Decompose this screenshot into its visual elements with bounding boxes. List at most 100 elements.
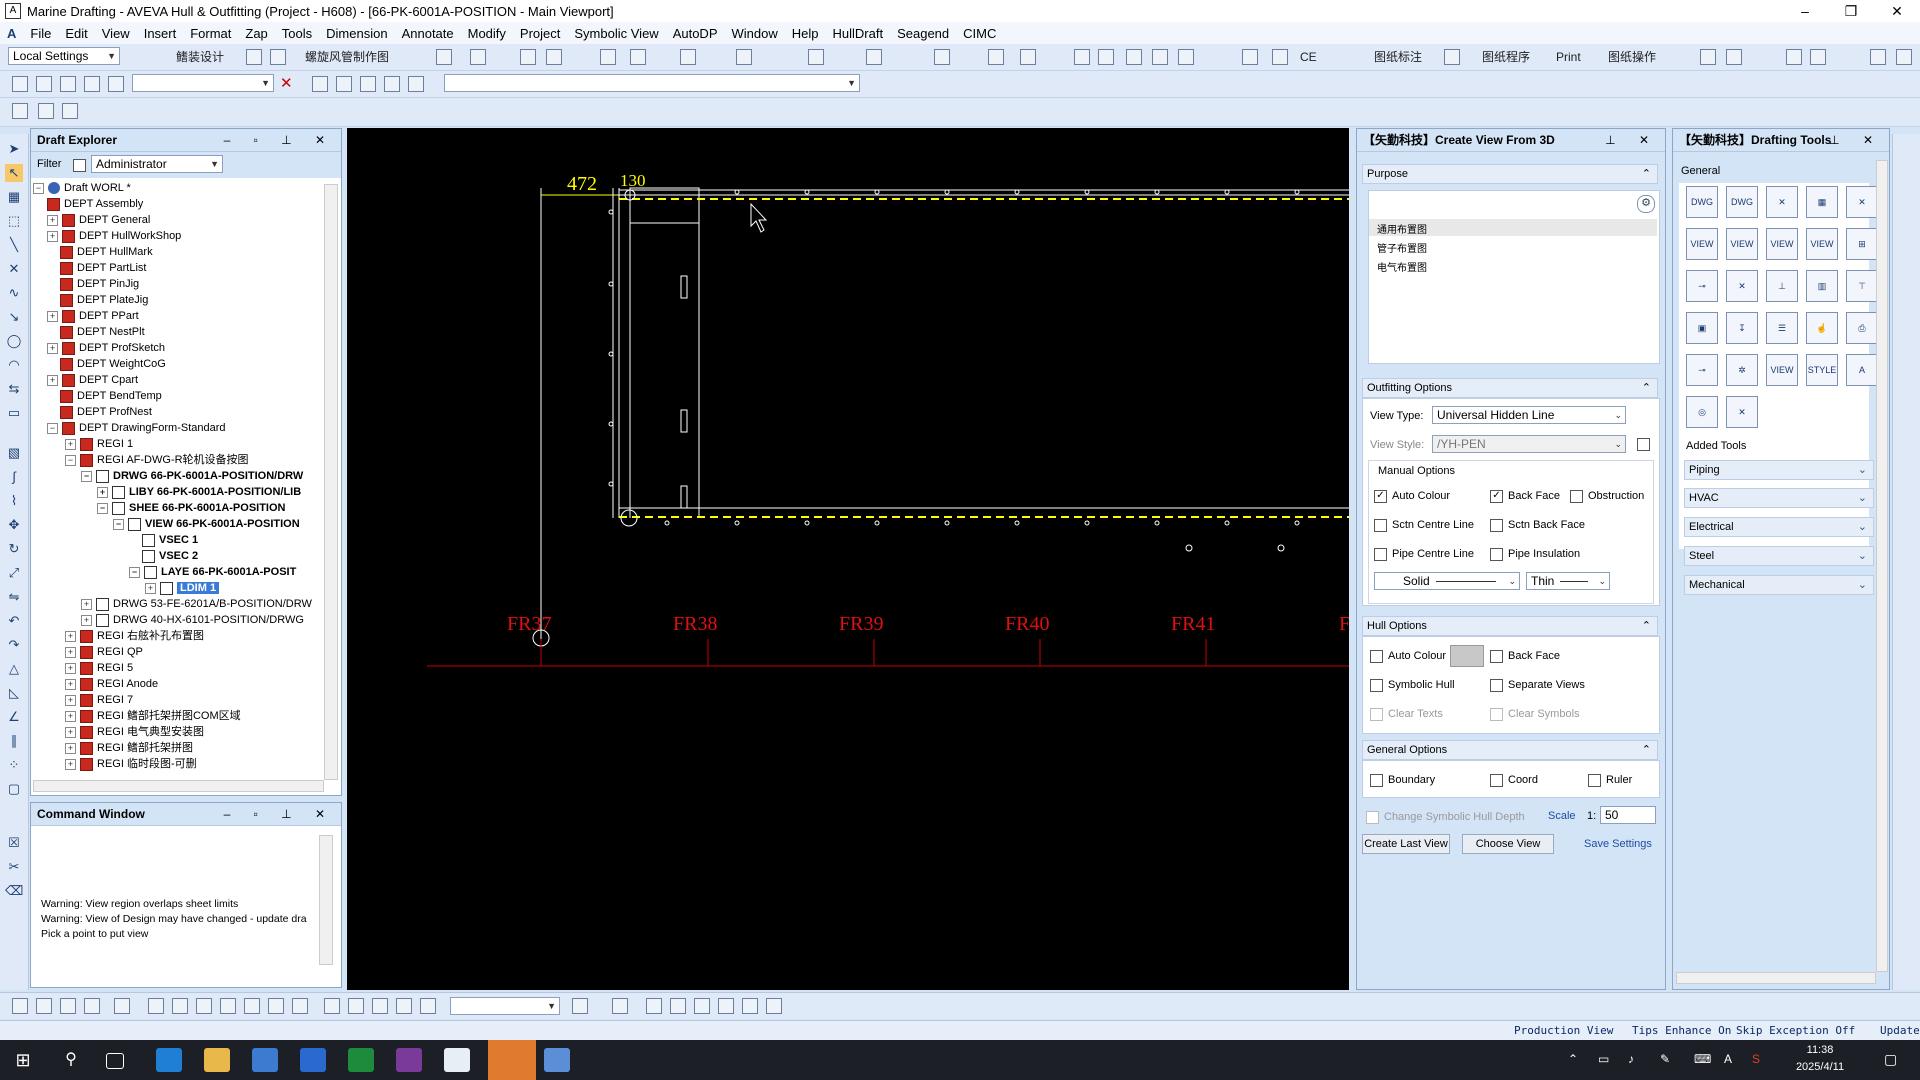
toolbar-label-spiral-duct[interactable]: 螺旋风管制作图 — [305, 48, 389, 66]
table-icon[interactable] — [108, 76, 124, 92]
tree-node[interactable]: + REGI 电气典型安装图 — [65, 724, 204, 740]
hatch-icon[interactable]: ▧ — [5, 444, 23, 462]
tree-toggle[interactable]: + — [65, 694, 76, 706]
text-a-icon[interactable] — [546, 49, 562, 65]
line-weight-dropdown[interactable]: Thin ⌄ — [1526, 572, 1610, 590]
line-icon[interactable] — [736, 49, 752, 65]
close-icon[interactable]: ☒ — [5, 834, 23, 852]
text-icon[interactable] — [520, 49, 536, 65]
tree-toggle[interactable]: − — [47, 422, 58, 434]
tree-node[interactable]: − Draft WORL * — [33, 180, 131, 196]
text-ap-icon[interactable] — [630, 49, 646, 65]
ruler-checkbox[interactable]: Ruler — [1588, 773, 1632, 787]
filter-checkbox[interactable] — [73, 159, 86, 172]
measure-icon[interactable] — [1178, 49, 1194, 65]
menu-symbolic-view[interactable]: Symbolic View — [567, 26, 665, 41]
font-icon[interactable]: A — [1846, 354, 1878, 386]
select-arrow-icon[interactable]: ➤ — [5, 140, 23, 158]
style-icon[interactable]: STYLE — [1806, 354, 1838, 386]
obstruction-checkbox[interactable]: Obstruction — [1570, 489, 1644, 503]
confirm-icon[interactable] — [12, 998, 28, 1014]
view-edit-icon[interactable]: VIEW — [1766, 228, 1798, 260]
tree-node[interactable]: − VIEW 66-PK-6001A-POSITION — [113, 516, 300, 532]
aveva-app-2-icon[interactable] — [544, 1048, 570, 1072]
keyboard-icon[interactable]: ⌨ — [1694, 1052, 1711, 1066]
polyline-icon[interactable]: ⌇ — [5, 492, 23, 510]
tree-node[interactable]: VSEC 1 — [142, 532, 198, 548]
tag-icon[interactable]: ⊸ — [1686, 354, 1718, 386]
menu-annotate[interactable]: Annotate — [395, 26, 461, 41]
snap-dropdown[interactable]: ▼ — [450, 997, 560, 1015]
save-yellow-icon[interactable] — [1700, 49, 1716, 65]
menu-seagend[interactable]: Seagend — [890, 26, 956, 41]
rectangle-icon[interactable] — [808, 49, 824, 65]
menu-app-icon[interactable]: A — [0, 26, 23, 41]
task-view-icon[interactable] — [106, 1053, 124, 1069]
windows-start-icon[interactable]: ⊞ — [10, 1048, 36, 1072]
purpose-section-header[interactable]: Purpose ⌃ — [1362, 164, 1658, 184]
tree-toggle[interactable]: − — [33, 182, 44, 194]
clock-time[interactable]: 11:38 — [1780, 1044, 1860, 1056]
tree-node[interactable]: + REGI 鳍部托架拼图COM区域 — [65, 708, 241, 724]
view-layout-icon[interactable]: ⊞ — [1846, 228, 1878, 260]
pan-icon[interactable] — [60, 998, 76, 1014]
outfitting-section-header[interactable]: Outfitting Options ⌃ — [1362, 378, 1658, 398]
tree-toggle[interactable]: + — [65, 630, 76, 642]
sctn-centre-line-checkbox[interactable]: Sctn Centre Line — [1374, 518, 1474, 532]
tree-node[interactable]: DEPT ProfNest — [60, 404, 152, 420]
angle-icon[interactable]: ∠ — [5, 708, 23, 726]
mirror-icon[interactable]: ⇋ — [5, 588, 23, 606]
list-icon[interactable]: ☰ — [1766, 312, 1798, 344]
arc-icon[interactable]: ◠ — [5, 356, 23, 374]
tree-node[interactable]: + DEPT General — [47, 212, 150, 228]
tree-toggle[interactable]: + — [65, 710, 76, 722]
app-pdf-icon[interactable] — [396, 1048, 422, 1072]
toolbar-label-drawing-annotation[interactable]: 图纸标注 — [1374, 48, 1422, 66]
paste-icon[interactable] — [336, 76, 352, 92]
pipe-centre-line-checkbox[interactable]: Pipe Centre Line — [1374, 547, 1474, 561]
copy-icon[interactable] — [312, 76, 328, 92]
tree-toggle[interactable]: + — [47, 230, 58, 242]
view-style-checkbox[interactable] — [1637, 438, 1650, 451]
tree-toggle[interactable]: − — [65, 454, 76, 466]
snap-5-icon[interactable] — [420, 998, 436, 1014]
tree-node[interactable]: − LAYE 66-PK-6001A-POSIT — [129, 564, 296, 580]
collapse-icon[interactable]: ⌃ — [1642, 379, 1651, 397]
toolbar-label-drawing-operation[interactable]: 图纸操作 — [1608, 48, 1656, 66]
tree-node[interactable]: + DEPT PPart — [47, 308, 139, 324]
tree-node[interactable]: DEPT Assembly — [47, 196, 143, 212]
marker-icon[interactable]: ⊤ — [1846, 270, 1878, 302]
drawing-canvas[interactable]: 472 130 FR37 FR38 FR39 FR40 FR41 F — [347, 128, 1349, 990]
save-as-icon[interactable] — [84, 76, 100, 92]
menu-cimc[interactable]: CIMC — [956, 26, 1003, 41]
input-method-icon[interactable]: A — [1724, 1052, 1732, 1066]
command-scrollbar[interactable] — [319, 835, 333, 965]
column-icon[interactable]: ▥ — [1806, 270, 1838, 302]
tree-node[interactable]: + REGI 鳍部托架拼图 — [65, 740, 193, 756]
undo-icon[interactable]: ↶ — [5, 612, 23, 630]
tree-toggle[interactable]: + — [97, 486, 108, 498]
tool-group-hvac[interactable]: HVAC ⌄ — [1684, 488, 1874, 508]
tree-horizontal-scrollbar[interactable] — [33, 780, 324, 792]
scale-icon[interactable]: ⤢ — [5, 564, 23, 582]
hull-auto-colour-checkbox[interactable]: Auto Colour — [1370, 649, 1446, 663]
level-icon[interactable]: ↧ — [1726, 312, 1758, 344]
tree-toggle[interactable]: + — [47, 374, 58, 386]
tool-group-mechanical[interactable]: Mechanical ⌄ — [1684, 575, 1874, 595]
open-folder-icon[interactable] — [1098, 49, 1114, 65]
tree-node[interactable]: VSEC 2 — [142, 548, 198, 564]
save-icon[interactable] — [246, 49, 262, 65]
file-explorer-icon[interactable] — [204, 1048, 230, 1072]
symbolic-hull-checkbox[interactable]: Symbolic Hull — [1370, 678, 1455, 692]
point-icon[interactable] — [1020, 49, 1036, 65]
tree-node[interactable]: + DEPT HullWorkShop — [47, 228, 181, 244]
notification-icon[interactable]: ▢ — [1884, 1051, 1897, 1068]
circles-icon[interactable]: ◎ — [1686, 396, 1718, 428]
stretch-icon[interactable] — [1152, 49, 1168, 65]
tree-node[interactable]: + REGI 7 — [65, 692, 133, 708]
tree-node[interactable]: + REGI 临时段图-可删 — [65, 756, 197, 772]
copy-icon[interactable] — [694, 998, 710, 1014]
purpose-item[interactable]: 通用布置图 — [1377, 221, 1427, 236]
dwg-delete-icon[interactable]: ✕ — [1766, 186, 1798, 218]
menu-zap[interactable]: Zap — [238, 26, 274, 41]
